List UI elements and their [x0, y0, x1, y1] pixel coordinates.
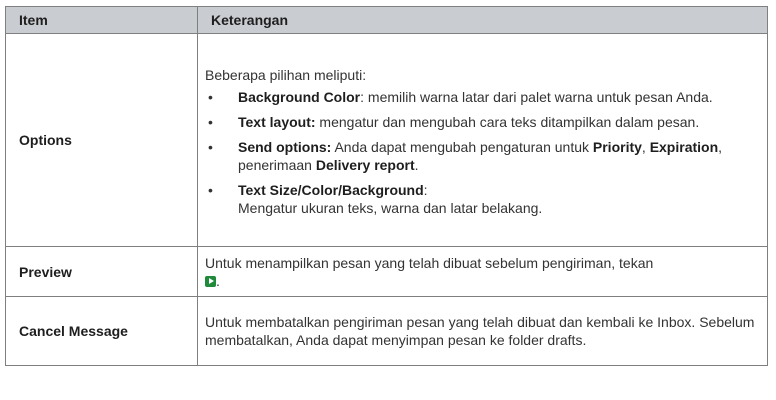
- table-row: Cancel Message Untuk membatalkan pengiri…: [5, 296, 768, 366]
- row-desc-preview: Untuk menampilkan pesan yang telah dibua…: [197, 246, 768, 297]
- header-item: Item: [5, 6, 198, 34]
- list-item: • Send options: Anda dapat mengubah peng…: [205, 138, 759, 174]
- bullet-icon: •: [208, 114, 213, 130]
- option-text: :: [423, 182, 428, 198]
- list-item: • Text Size/Color/Background: Mengatur u…: [205, 181, 759, 217]
- option-text-line2: Mengatur ukuran teks, warna dan latar be…: [238, 200, 543, 216]
- option-term: Text layout:: [238, 114, 316, 130]
- option-text: Anda dapat mengubah pengaturan untuk: [331, 139, 593, 155]
- list-item: • Background Color: memilih warna latar …: [205, 88, 759, 106]
- table-row: Options Beberapa pilihan meliputi: • Bac…: [5, 33, 768, 247]
- row-label-cancel-message: Cancel Message: [5, 296, 198, 366]
- table-row: Preview Untuk menampilkan pesan yang tel…: [5, 246, 768, 297]
- option-term-expiration: Expiration: [649, 139, 719, 155]
- option-term: Background Color: [238, 89, 361, 105]
- option-text: .: [414, 157, 419, 173]
- info-table: Item Keterangan Options Beberapa pilihan…: [5, 6, 768, 366]
- bullet-icon: •: [208, 182, 213, 198]
- preview-text-end: .: [216, 272, 220, 289]
- option-text: : memilih warna latar dari palet warna u…: [360, 89, 713, 105]
- row-desc-cancel-message: Untuk membatalkan pengiriman pesan yang …: [197, 296, 768, 366]
- preview-text: Untuk menampilkan pesan yang telah dibua…: [205, 254, 654, 271]
- list-item: • Text layout: mengatur dan mengubah car…: [205, 113, 759, 131]
- row-desc-options: Beberapa pilihan meliputi: • Background …: [197, 33, 768, 247]
- option-term: Text Size/Color/Background: [238, 182, 424, 198]
- header-description: Keterangan: [197, 6, 768, 34]
- row-label-preview: Preview: [5, 246, 198, 297]
- option-term-delivery-report: Delivery report: [315, 157, 415, 173]
- row-label-options: Options: [5, 33, 198, 247]
- option-text: ,: [641, 139, 650, 155]
- option-term-priority: Priority: [592, 139, 642, 155]
- option-text: mengatur dan mengubah cara teks ditampil…: [315, 114, 700, 130]
- option-term: Send options:: [238, 139, 332, 155]
- options-list: • Background Color: memilih warna latar …: [205, 88, 759, 217]
- play-button-icon: [205, 275, 216, 287]
- table-header-row: Item Keterangan: [5, 6, 768, 34]
- bullet-icon: •: [208, 139, 213, 155]
- bullet-icon: •: [208, 89, 213, 105]
- options-intro: Beberapa pilihan meliputi:: [205, 67, 367, 83]
